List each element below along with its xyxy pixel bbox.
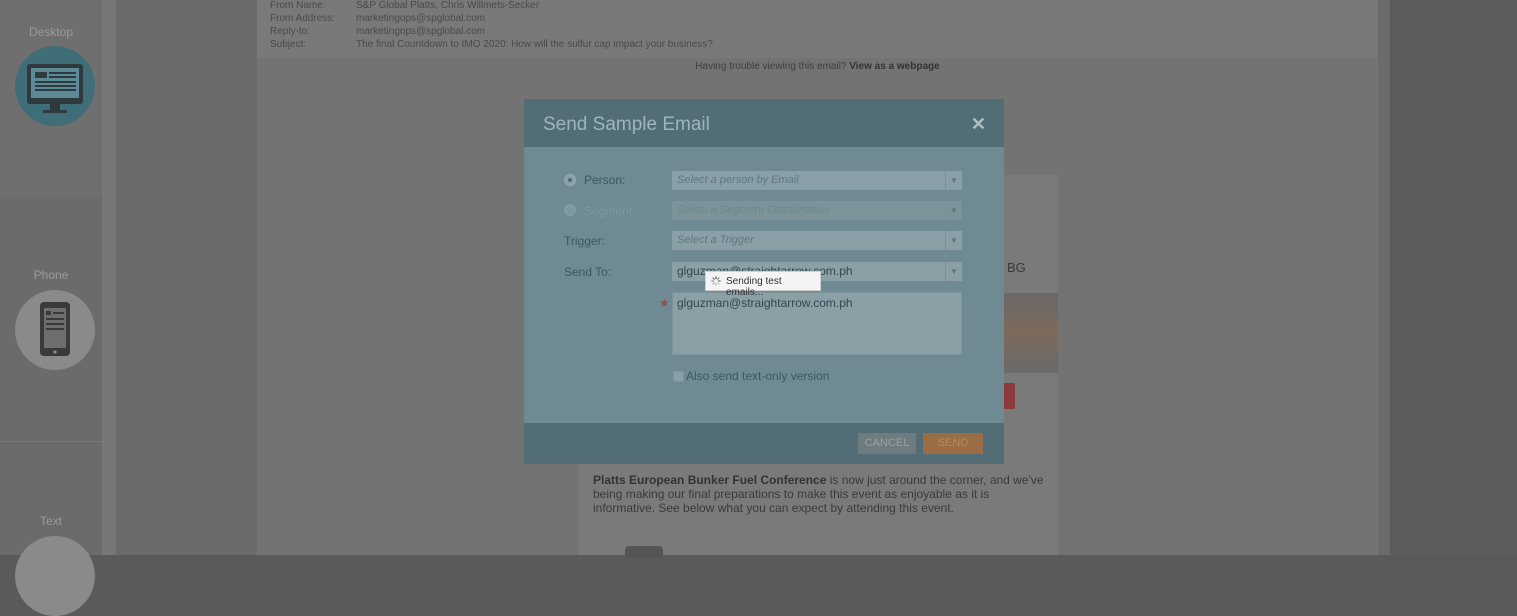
toast-text: Sending test emails... — [726, 276, 782, 298]
mode-phone[interactable]: Phone — [0, 198, 102, 442]
close-icon[interactable]: ✕ — [971, 114, 986, 135]
header-subject: Subject: The final Countdown to IMO 2020:… — [270, 39, 713, 50]
sidebar-divider — [102, 0, 116, 555]
mode-text-label: Text — [39, 514, 62, 528]
segment-radio[interactable] — [564, 204, 576, 216]
email-headers: From Name: S&P Global Platts, Chris Willm… — [257, 0, 1378, 58]
segment-label: Segment: — [584, 204, 636, 218]
text-only-label: Also send text-only version — [686, 369, 830, 383]
mode-desktop[interactable]: Desktop — [0, 0, 102, 197]
mode-desktop-label: Desktop — [28, 25, 74, 39]
email-bullet-icon — [625, 546, 663, 558]
person-radio[interactable] — [564, 174, 576, 186]
text-only-checkbox[interactable] — [673, 371, 684, 382]
segment-select[interactable]: Select a Segment Combination ▼ — [672, 201, 962, 220]
trouble-viewing-line: Having trouble viewing this email? View … — [257, 61, 1378, 72]
preview-mode-sidebar: Desktop Phone Text — [0, 0, 102, 616]
dialog-header: Send Sample Email ✕ — [524, 99, 1004, 147]
email-partial-heading: BG — [1007, 260, 1026, 275]
person-select[interactable]: Select a person by Email ▼ — [672, 171, 962, 190]
send-to-textarea[interactable]: glguzman@straightarrow.com.ph — [672, 292, 962, 355]
right-gutter — [1390, 0, 1517, 555]
trouble-viewing-text: Having trouble viewing this email? — [695, 61, 847, 72]
required-star-icon: ★ — [659, 296, 670, 310]
chevron-down-icon: ▼ — [945, 231, 962, 250]
text-icon — [15, 536, 95, 616]
email-banner-image — [1003, 293, 1058, 373]
person-label: Person: — [584, 173, 626, 187]
header-from-address: From Address: marketingops@spglobal.com — [270, 13, 486, 24]
email-body-paragraph: Platts European Bunker Fuel Conference i… — [593, 473, 1048, 515]
send-to-label: Send To: — [564, 265, 612, 279]
header-reply-to: Reply-to: marketingops@spglobal.com — [270, 26, 486, 37]
dialog-title: Send Sample Email — [543, 114, 710, 135]
chevron-down-icon: ▼ — [945, 262, 962, 281]
dialog-footer: CANCEL SEND — [524, 423, 1004, 464]
trigger-label: Trigger: — [564, 234, 605, 248]
trigger-select[interactable]: Select a Trigger ▼ — [672, 231, 962, 250]
desktop-monitor-icon — [15, 46, 95, 126]
spinner-icon — [711, 276, 721, 286]
header-from-name: From Name: S&P Global Platts, Chris Willm… — [270, 0, 540, 11]
chevron-down-icon: ▼ — [945, 201, 962, 220]
email-body-bold: Platts European Bunker Fuel Conference — [593, 473, 827, 487]
mode-phone-label: Phone — [33, 268, 69, 282]
chevron-down-icon: ▼ — [945, 171, 962, 190]
send-button[interactable]: SEND — [923, 433, 983, 454]
email-cta-button[interactable] — [1003, 383, 1015, 409]
mode-text[interactable]: Text — [0, 442, 102, 616]
phone-icon — [15, 290, 95, 370]
cancel-button[interactable]: CANCEL — [858, 433, 916, 454]
sending-toast: Sending test emails... — [705, 271, 821, 298]
view-as-webpage-link[interactable]: View as a webpage — [849, 61, 939, 72]
